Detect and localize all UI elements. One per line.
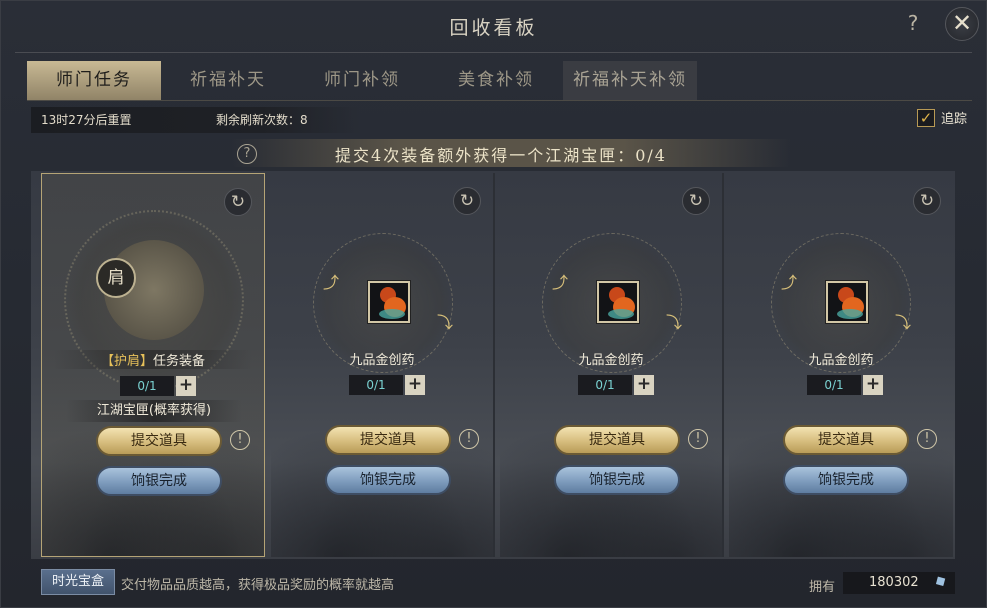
silver-complete-button[interactable]: 饷银完成	[96, 466, 222, 496]
shoulder-tag-icon: 肩	[96, 258, 136, 298]
swirl-right-icon: ⤵	[437, 313, 454, 332]
add-item-button[interactable]: +	[863, 375, 883, 395]
swirl-left-icon: ⤴	[323, 273, 340, 292]
info-icon[interactable]: !	[459, 429, 479, 449]
track-label: 追踪	[941, 112, 968, 127]
quantity-display: 0/1	[807, 375, 861, 395]
medicine-item-icon[interactable]	[826, 281, 868, 323]
quality-hint: 交付物品品质越高，获得极品奖励的概率就越高	[121, 578, 395, 593]
title-divider	[15, 52, 972, 53]
medicine-item-icon[interactable]	[597, 281, 639, 323]
silver-complete-button[interactable]: 饷银完成	[783, 465, 909, 495]
info-icon[interactable]: !	[688, 429, 708, 449]
reward-text: 江湖宝匣(概率获得)	[66, 400, 242, 422]
card-item-name: 九品金创药	[808, 353, 874, 368]
medicine-item-icon[interactable]	[368, 281, 410, 323]
refresh-count: 剩余刷新次数：8	[216, 113, 308, 127]
card-item-name: 九品金创药	[578, 353, 644, 368]
quantity-display: 0/1	[578, 375, 632, 395]
tab-bar: 师门任务 祈福补天 师门补领 美食补领 祈福补天补领	[27, 61, 697, 101]
submit-item-button[interactable]: 提交道具	[325, 425, 451, 455]
silver-complete-button[interactable]: 饷银完成	[325, 465, 451, 495]
refresh-icon[interactable]: ↻	[682, 187, 710, 215]
swirl-left-icon: ⤴	[781, 273, 798, 292]
submit-item-button[interactable]: 提交道具	[783, 425, 909, 455]
time-box-button[interactable]: 时光宝盒	[41, 569, 115, 595]
submit-item-button[interactable]: 提交道具	[554, 425, 680, 455]
item-slot-type: 【护肩】	[100, 354, 153, 369]
tab-shimen-task[interactable]: 师门任务	[27, 61, 161, 101]
refresh-icon[interactable]: ↻	[453, 187, 481, 215]
quantity-display: 0/1	[120, 376, 174, 396]
silver-complete-button[interactable]: 饷银完成	[554, 465, 680, 495]
refresh-icon[interactable]: ↻	[913, 187, 941, 215]
owned-label: 拥有	[809, 580, 836, 595]
swirl-right-icon: ⤵	[666, 313, 683, 332]
reset-timer: 13时27分后重置	[41, 113, 132, 127]
window-title: 回收看板	[449, 17, 538, 39]
add-item-button[interactable]: +	[634, 375, 654, 395]
tab-qifu-butian[interactable]: 祈福补天	[161, 61, 295, 101]
submit-item-button[interactable]: 提交道具	[96, 426, 222, 456]
task-card-3[interactable]: ↻ ⤴ ⤵ 九品金创药 0/1 + 提交道具 ! 饷银完成	[500, 173, 724, 557]
tab-meishi-buling[interactable]: 美食补领	[429, 61, 563, 101]
task-card-2[interactable]: ↻ ⤴ ⤵ 九品金创药 0/1 + 提交道具 ! 饷银完成	[271, 173, 495, 557]
recycle-board-window: 回收看板 ? ✕ 师门任务 祈福补天 师门补领 美食补领 祈福补天补领 13时2…	[0, 0, 987, 608]
help-button[interactable]: ?	[903, 11, 923, 35]
info-bar: 13时27分后重置 剩余刷新次数：8	[31, 107, 361, 133]
add-item-button[interactable]: +	[176, 376, 196, 396]
card-item-name: 九品金创药	[349, 353, 415, 368]
bonus-progress-text: 提交4次装备额外获得一个江湖宝匣：0/4	[335, 146, 667, 165]
banner-help-icon[interactable]: ?	[237, 144, 257, 164]
quantity-display: 0/1	[349, 375, 403, 395]
swirl-right-icon: ⤵	[895, 313, 912, 332]
tab-shimen-buling[interactable]: 师门补领	[295, 61, 429, 101]
tab-qifu-butian-buling[interactable]: 祈福补天补领	[563, 61, 697, 101]
close-button[interactable]: ✕	[945, 7, 979, 41]
task-card-1[interactable]: ↻ 肩 【护肩】任务装备 0/1 + 江湖宝匣(概率获得) 提交道具 ! 饷银完…	[41, 173, 265, 557]
track-checkbox[interactable]: ✓	[917, 108, 935, 127]
card-item-name: 【护肩】任务装备	[54, 350, 252, 369]
track-toggle[interactable]: ✓ 追踪	[917, 108, 967, 127]
info-icon[interactable]: !	[230, 430, 250, 450]
task-card-4[interactable]: ↻ ⤴ ⤵ 九品金创药 0/1 + 提交道具 ! 饷银完成	[729, 173, 953, 557]
add-item-button[interactable]: +	[405, 375, 425, 395]
info-icon[interactable]: !	[917, 429, 937, 449]
item-name-text: 任务装备	[153, 354, 206, 369]
tabs-divider	[27, 100, 972, 101]
refresh-icon[interactable]: ↻	[224, 188, 252, 216]
swirl-left-icon: ⤴	[552, 273, 569, 292]
